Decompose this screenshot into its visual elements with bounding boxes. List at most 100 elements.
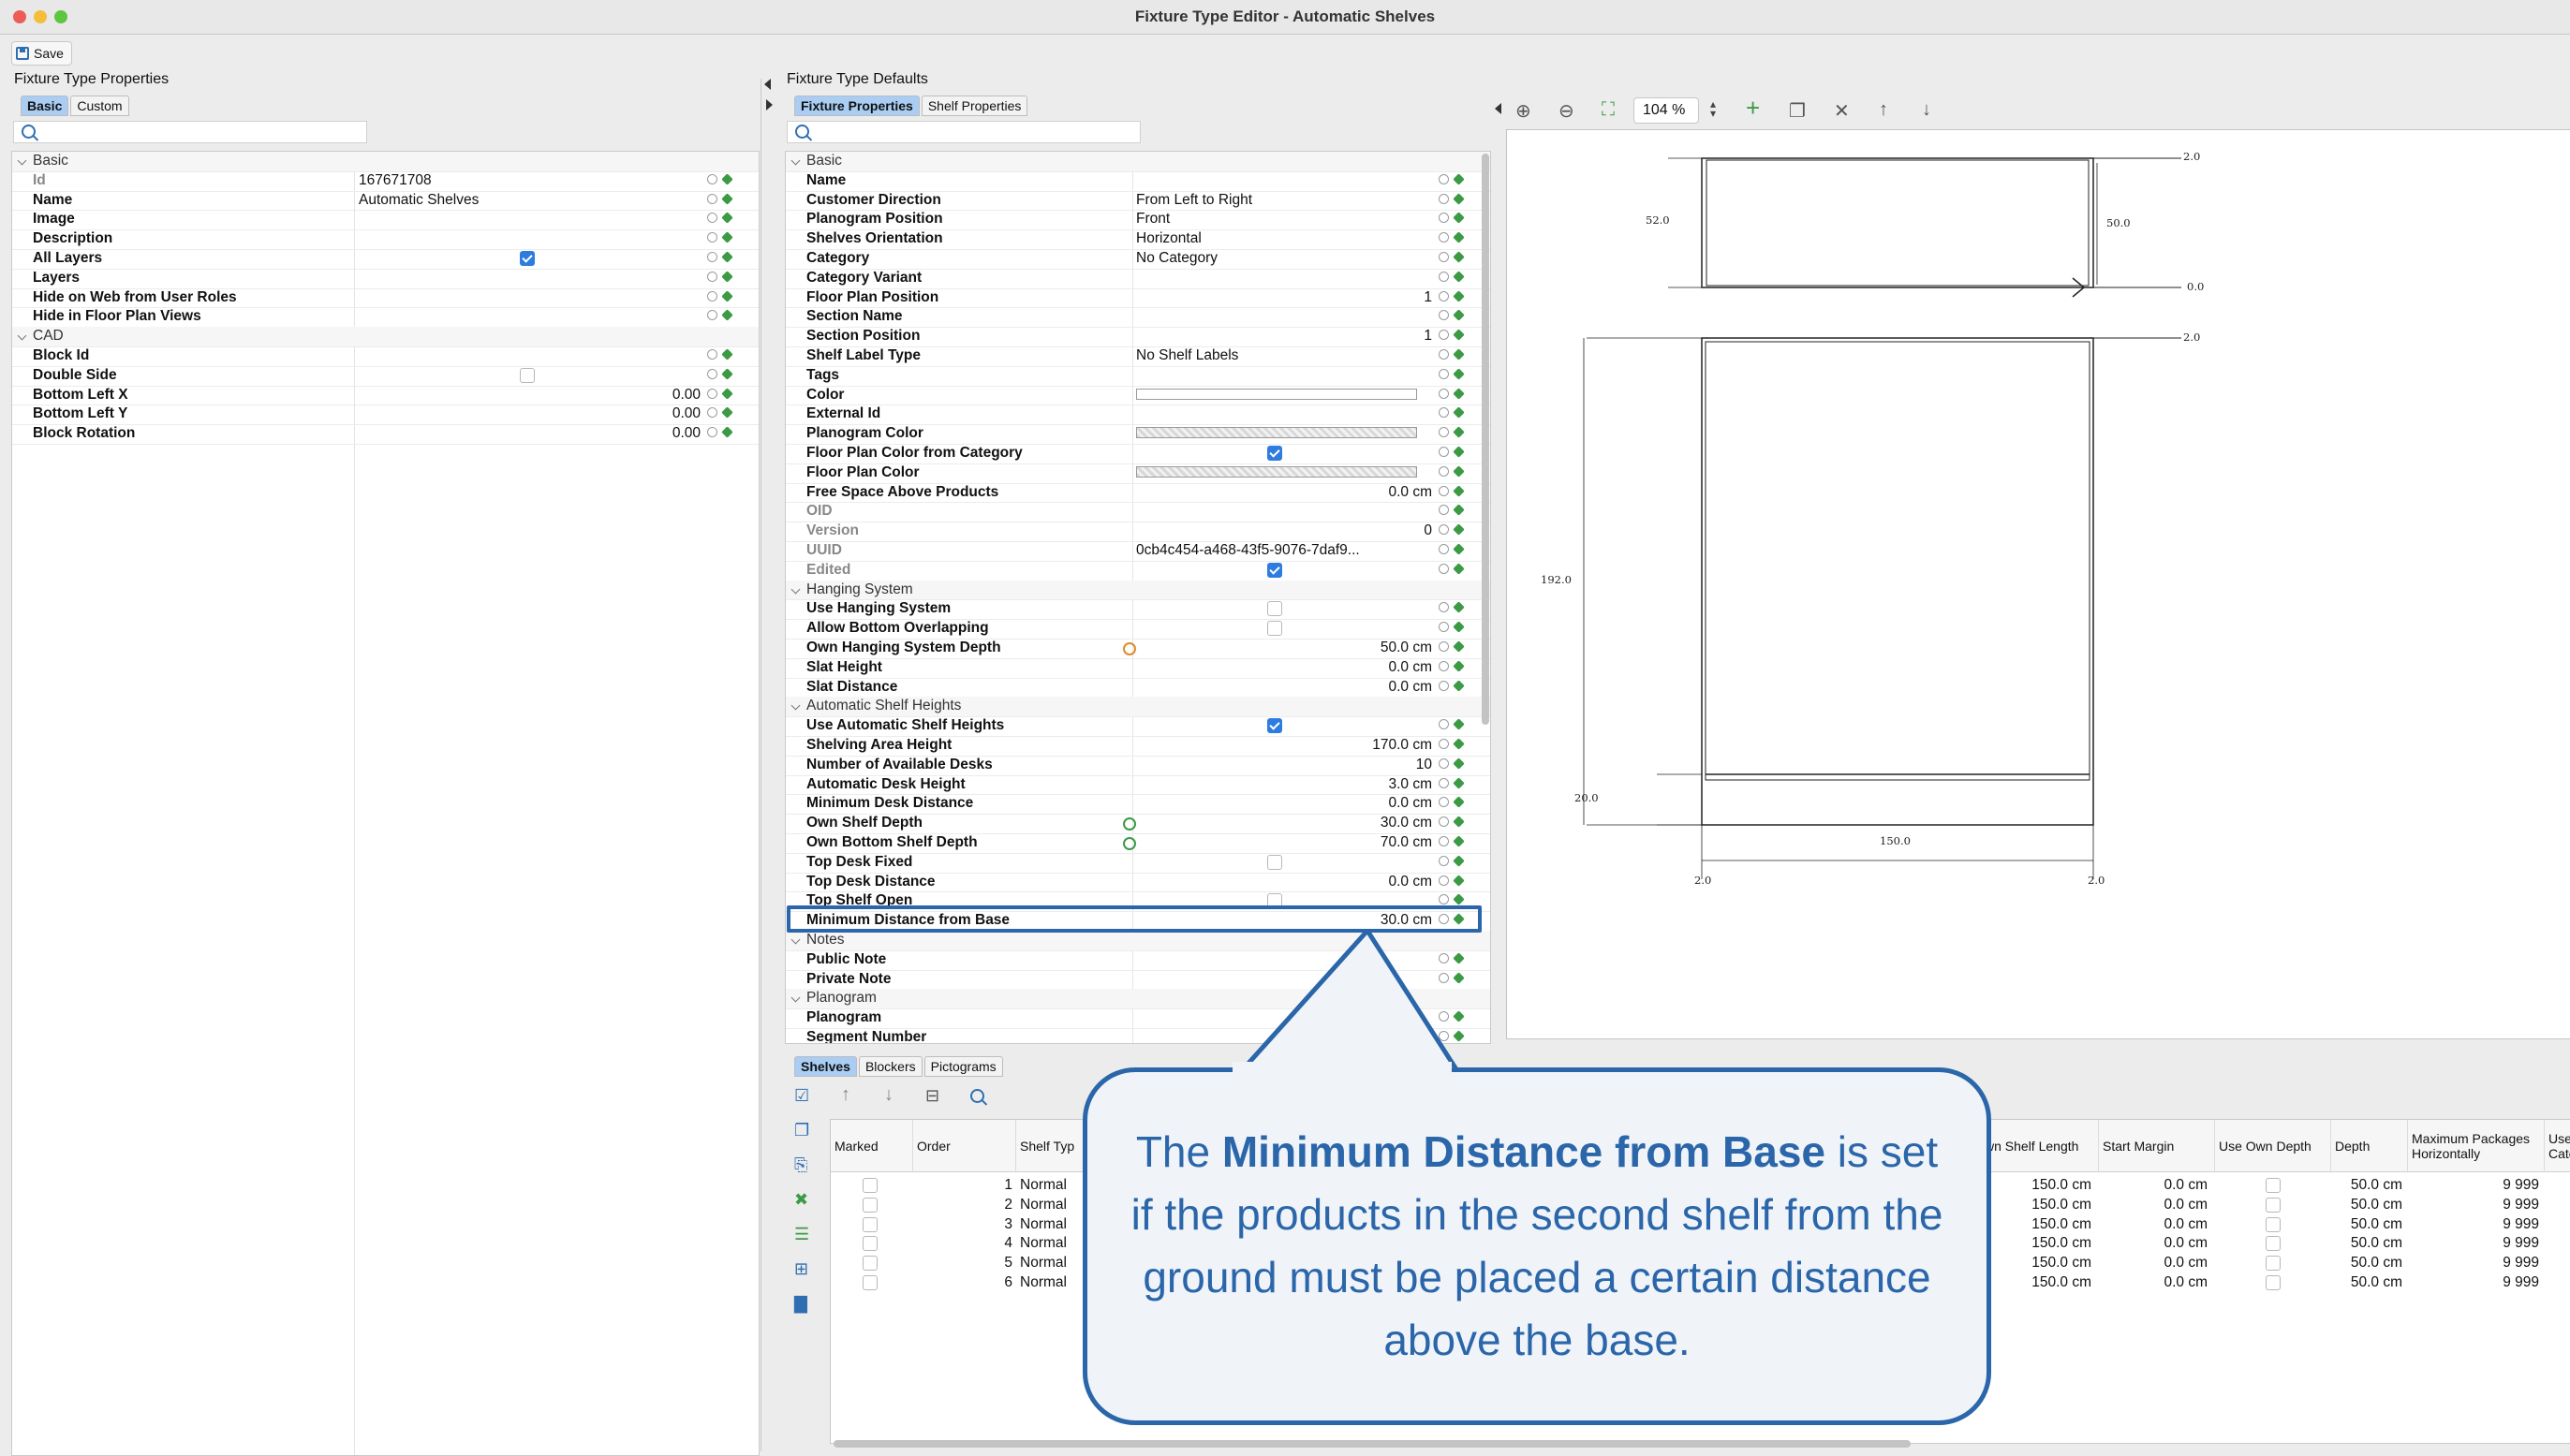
- property-row[interactable]: Shelves Orientation Horizontal: [786, 229, 1490, 250]
- inherit-icon[interactable]: [1453, 660, 1465, 672]
- property-row[interactable]: Section Name: [786, 307, 1490, 329]
- inherit-icon[interactable]: [721, 251, 733, 263]
- inherit-icon[interactable]: [1453, 874, 1465, 887]
- table-scrollbar[interactable]: [834, 1440, 1911, 1448]
- reset-icon[interactable]: [1439, 777, 1449, 788]
- inherit-icon[interactable]: [1453, 738, 1465, 750]
- inherit-icon[interactable]: [1453, 309, 1465, 322]
- tab-custom[interactable]: Custom: [70, 96, 129, 116]
- column-header[interactable]: Maximum Packages Horizontally: [2408, 1120, 2545, 1172]
- reset-icon[interactable]: [1439, 330, 1449, 341]
- property-row[interactable]: External Id: [786, 404, 1490, 426]
- middle-scrollbar[interactable]: [1482, 154, 1489, 725]
- inherit-icon[interactable]: [1453, 893, 1465, 906]
- chevron-down-icon[interactable]: [790, 934, 801, 945]
- property-row[interactable]: Automatic Desk Height 3.0 cm: [786, 775, 1490, 796]
- inherit-icon[interactable]: [721, 387, 733, 400]
- reset-icon[interactable]: [1439, 836, 1449, 846]
- color-swatch[interactable]: [1136, 427, 1417, 439]
- property-row[interactable]: Slat Distance 0.0 cm: [786, 678, 1490, 699]
- collapse-canvas-icon[interactable]: [1495, 103, 1501, 114]
- inherit-icon[interactable]: [1453, 679, 1465, 692]
- inherit-icon[interactable]: [1453, 212, 1465, 225]
- property-row[interactable]: Free Space Above Products 0.0 cm: [786, 483, 1490, 504]
- reset-icon[interactable]: [707, 290, 717, 301]
- reset-icon[interactable]: [1439, 388, 1449, 399]
- tab-basic[interactable]: Basic: [21, 96, 69, 116]
- property-value[interactable]: 170.0 cm: [1372, 736, 1432, 756]
- property-row[interactable]: Use Hanging System: [786, 599, 1490, 621]
- property-row[interactable]: Shelf Label Type No Shelf Labels: [786, 346, 1490, 367]
- property-row[interactable]: Category No Category: [786, 249, 1490, 270]
- property-value[interactable]: 0.00: [672, 386, 701, 405]
- property-value[interactable]: 10: [1416, 756, 1432, 775]
- chevron-down-icon[interactable]: [17, 155, 27, 166]
- property-row[interactable]: Allow Bottom Overlapping: [786, 619, 1490, 640]
- table-search-icon[interactable]: [970, 1089, 984, 1103]
- inherit-icon[interactable]: [1453, 348, 1465, 360]
- reset-icon[interactable]: [1439, 739, 1449, 749]
- property-value[interactable]: Front: [1136, 210, 1170, 229]
- copy-icon[interactable]: ❐: [794, 1121, 809, 1140]
- inherit-icon[interactable]: [1453, 387, 1465, 400]
- reset-icon[interactable]: [707, 349, 717, 360]
- reset-icon[interactable]: [1439, 349, 1449, 360]
- property-row[interactable]: Hide on Web from User Roles: [12, 288, 759, 309]
- row-down-icon[interactable]: ↓: [884, 1084, 894, 1106]
- column-header[interactable]: wn Shelf Length: [1981, 1120, 2099, 1172]
- inherit-icon[interactable]: [721, 348, 733, 360]
- property-value[interactable]: 0.0 cm: [1388, 678, 1432, 698]
- property-row[interactable]: Customer Direction From Left to Right: [786, 191, 1490, 212]
- reset-icon[interactable]: [707, 232, 717, 243]
- reset-icon[interactable]: [707, 193, 717, 204]
- inherit-icon[interactable]: [721, 231, 733, 243]
- reset-icon[interactable]: [1439, 660, 1449, 671]
- property-value[interactable]: No Category: [1136, 249, 1218, 269]
- checkbox[interactable]: [1267, 621, 1282, 637]
- property-row[interactable]: Hide in Floor Plan Views: [12, 307, 759, 329]
- select-all-icon[interactable]: ☑: [794, 1086, 809, 1106]
- chevron-down-icon[interactable]: [790, 584, 801, 595]
- reset-icon[interactable]: [1439, 894, 1449, 905]
- property-row[interactable]: Block Rotation 0.00: [12, 424, 759, 445]
- collapse-left-icon[interactable]: [764, 79, 771, 90]
- reset-icon[interactable]: [707, 271, 717, 282]
- tab-blockers[interactable]: Blockers: [858, 1056, 923, 1077]
- inherit-icon[interactable]: [1453, 465, 1465, 478]
- property-row[interactable]: Tags: [786, 366, 1490, 387]
- tab-fixture-properties[interactable]: Fixture Properties: [794, 96, 920, 116]
- reset-icon[interactable]: [1439, 622, 1449, 633]
- marked-checkbox[interactable]: [863, 1197, 878, 1213]
- marked-checkbox[interactable]: [863, 1236, 878, 1252]
- excel-export-icon[interactable]: ✖: [794, 1190, 809, 1210]
- inherit-icon[interactable]: [721, 212, 733, 225]
- property-row[interactable]: Own Hanging System Depth 50.0 cm: [786, 639, 1490, 659]
- chevron-down-icon[interactable]: [790, 700, 801, 711]
- property-row[interactable]: Edited: [786, 561, 1490, 581]
- reset-icon[interactable]: [1439, 427, 1449, 438]
- reset-icon[interactable]: [1439, 252, 1449, 262]
- property-row[interactable]: Category Variant: [786, 269, 1490, 289]
- property-row[interactable]: UUID 0cb4c454-a468-43f5-9076-7daf9...: [786, 541, 1490, 562]
- inherit-icon[interactable]: [1453, 523, 1465, 536]
- reset-icon[interactable]: [1439, 680, 1449, 691]
- row-up-icon[interactable]: ↑: [841, 1084, 850, 1106]
- property-value[interactable]: 0.0 cm: [1388, 483, 1432, 503]
- inherit-icon[interactable]: [1453, 855, 1465, 867]
- color-swatch[interactable]: [1136, 388, 1417, 400]
- property-row[interactable]: Id 167671708: [12, 171, 759, 192]
- group-header[interactable]: CAD: [12, 327, 759, 347]
- property-value[interactable]: 0.00: [672, 404, 701, 424]
- left-search-input[interactable]: [13, 121, 367, 143]
- checkbox[interactable]: [1267, 718, 1282, 734]
- property-row[interactable]: All Layers: [12, 249, 759, 270]
- calculator-icon[interactable]: ⊟: [925, 1086, 939, 1106]
- property-row[interactable]: Floor Plan Color: [786, 463, 1490, 484]
- inherit-icon[interactable]: [1453, 776, 1465, 789]
- inherit-icon[interactable]: [1453, 543, 1465, 555]
- column-header[interactable]: Use Cate: [2545, 1120, 2570, 1172]
- property-row[interactable]: Block Id: [12, 346, 759, 367]
- tab-shelf-properties[interactable]: Shelf Properties: [921, 96, 1028, 116]
- inherit-icon[interactable]: [1453, 563, 1465, 575]
- marked-checkbox[interactable]: [863, 1256, 878, 1272]
